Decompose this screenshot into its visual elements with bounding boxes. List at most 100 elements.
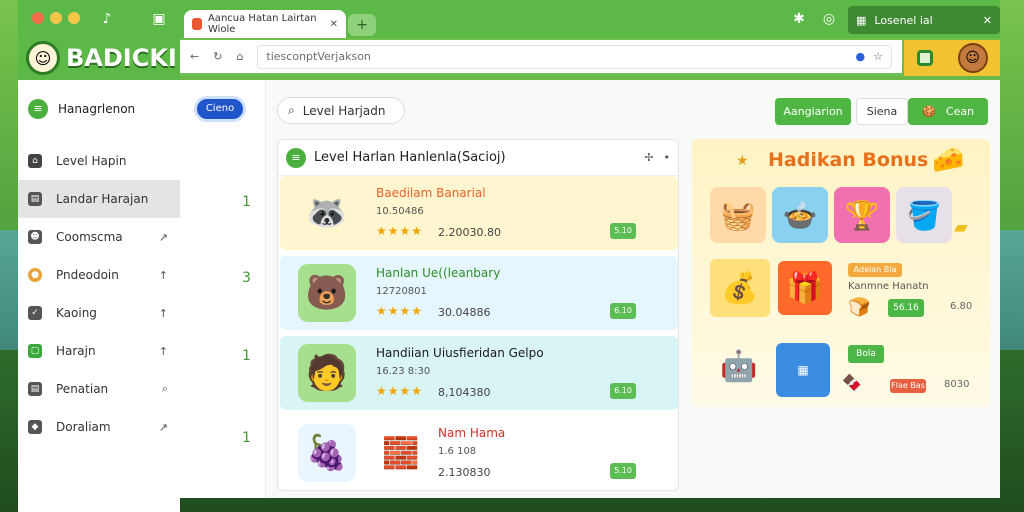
sidebar-item-label: Coomscma <box>56 230 123 244</box>
sidebar-item-label: Doraliam <box>56 420 111 434</box>
item-tag[interactable]: 5.10 <box>610 463 636 479</box>
row-count: 1 <box>242 430 251 446</box>
bonus-card[interactable]: 🧺 <box>710 187 766 243</box>
cheese-icon: 🧀 <box>932 145 965 175</box>
close-icon[interactable]: ✕ <box>983 14 992 27</box>
home-icon[interactable]: ⌂ <box>236 50 243 63</box>
sidebar-toggle-icon[interactable]: ▣ <box>150 10 168 28</box>
arrow-icon: ↗ <box>158 230 168 244</box>
user-name: Losenel ial <box>874 13 933 27</box>
item-tag[interactable]: 6.10 <box>610 303 636 319</box>
check-icon: ✓ <box>28 306 42 320</box>
bonus-card[interactable]: 🍲 <box>772 187 828 243</box>
bonus-number: 8030 <box>944 379 970 390</box>
more-icon[interactable]: • <box>664 151 671 164</box>
reload-icon[interactable]: ↻ <box>213 50 222 63</box>
row-count: 3 <box>242 270 251 286</box>
cookie-creature-icon: 🐻 <box>298 264 356 322</box>
sidebar-item-penatian[interactable]: ▤ Penatian ⌕ <box>18 370 180 408</box>
sidebar-item-label: Landar Harajan <box>56 192 149 206</box>
item-name: Nam Hama <box>438 426 506 440</box>
item-value: 2.130830 <box>438 466 491 479</box>
brand-bar: ☺ BADICKI <box>18 36 180 80</box>
rating-stars: ★★★★ <box>376 384 424 398</box>
search-input[interactable]: ⌕ Level Harjadn <box>277 97 405 124</box>
list-item[interactable]: 🐻 Hanlan Ue((leanbary 12720801 ★★★★ 30.0… <box>280 256 678 330</box>
bonus-tag: Adeian Bla <box>848 263 902 277</box>
extension-icon[interactable] <box>916 50 933 66</box>
list-item[interactable]: 🧑 Handiian Uiusfieridan Gelpo 16.23 8:30… <box>280 336 678 410</box>
list-item[interactable]: 🦝 Baedilam Banarial 10.50486 ★★★★ 2.2003… <box>280 176 678 250</box>
rating-stars: ★★★★ <box>376 224 424 238</box>
bread-icon: 🍞 <box>848 297 871 318</box>
list-icon: ≡ <box>286 147 306 168</box>
star-icon: ★ <box>736 153 749 169</box>
chef-bot-icon: 🤖 <box>720 348 758 384</box>
primary-button[interactable]: Aangiarion <box>775 98 851 125</box>
extensions-area: ☺ <box>904 40 1000 76</box>
brand-name: BADICKI <box>66 44 177 72</box>
sidebar-item-pndeodoin[interactable]: ● Pndeodoin ↑ <box>18 256 180 294</box>
sidebar-item-kaoing[interactable]: ✓ Kaoing ↑ <box>18 294 180 332</box>
book-icon: ▤ <box>28 192 42 206</box>
window-maximize-dot[interactable] <box>68 12 80 24</box>
square-icon: ▢ <box>28 344 42 358</box>
tab-close-icon[interactable]: ✕ <box>330 19 338 30</box>
user-pill[interactable]: ▦ Losenel ial ✕ <box>848 6 1000 34</box>
list-item[interactable]: 🍇 🧱 Nam Hama 1.6 108 2.130830 5.10 <box>280 416 678 490</box>
bonus-card[interactable]: 🪣 <box>896 187 952 243</box>
expand-icon[interactable]: ✢ <box>644 151 653 164</box>
avatar[interactable]: ☺ <box>957 43 988 73</box>
url-field[interactable]: tiesconptVerjakson ● ☆ <box>257 44 892 69</box>
sidebar-item-landar[interactable]: ▤ Landar Harajan <box>18 180 180 218</box>
sidebar-header[interactable]: ≡ Hanagrlenon <box>18 80 180 138</box>
bookmark-star-icon[interactable]: ☆ <box>873 50 883 63</box>
chef-icon: 🧑 <box>298 344 356 402</box>
bonus-title: Hadikan Bonus <box>768 149 929 171</box>
level-list-panel: ≡ Level Harlan Hanlenla(Sacioj) ✢ • 🦝 Ba… <box>277 139 679 491</box>
browser-tab[interactable]: Aancua Hatan Lairtan Wiole ✕ <box>184 10 346 38</box>
ticket-icon: ▰ <box>954 217 968 238</box>
new-tab-button[interactable]: + <box>348 14 376 36</box>
pin-icon[interactable]: ✱ <box>790 10 808 28</box>
item-tag[interactable]: 6.10 <box>610 383 636 399</box>
berry-basket-icon: 🍇 <box>298 424 356 482</box>
sidebar-item-doraliam[interactable]: ◆ Doraliam ↗ <box>18 408 180 446</box>
sidebar-item-label: Harajn <box>56 344 96 358</box>
settings-icon[interactable]: ◎ <box>820 10 838 28</box>
filter-pill-button[interactable]: Cieno <box>194 96 246 122</box>
sidebar-item-harajn[interactable]: ▢ Harajn ↑ <box>18 332 180 370</box>
window-close-dot[interactable] <box>32 12 44 24</box>
menu-icon: ≡ <box>28 99 48 119</box>
arrow-icon: ↑ <box>158 306 168 320</box>
bonus-tag[interactable]: Bola <box>848 345 884 363</box>
tab-favicon-icon <box>192 18 202 30</box>
item-sub: 12720801 <box>376 286 427 297</box>
bonus-card[interactable]: 🏆 <box>834 187 890 243</box>
sidebar-item-label: Penatian <box>56 382 109 396</box>
url-text: tiesconptVerjakson <box>266 50 371 63</box>
tag-icon: ◆ <box>28 420 42 434</box>
arrow-icon: ↑ <box>158 268 168 282</box>
sidebar-header-label: Hanagrlenon <box>58 102 136 116</box>
address-bar: ← ↻ ⌂ tiesconptVerjakson ● ☆ <box>180 40 902 76</box>
third-button-label: Cean <box>945 105 975 118</box>
food-icon: 🍪 <box>922 105 936 118</box>
list-header: ≡ Level Harlan Hanlenla(Sacioj) ✢ • <box>278 140 678 176</box>
search-icon: ⌕ <box>161 382 168 395</box>
item-sub: 10.50486 <box>376 206 424 217</box>
bonus-price[interactable]: 56.16 <box>888 299 924 317</box>
item-tag[interactable]: 5.10 <box>610 223 636 239</box>
sidebar-item-level[interactable]: ⌂ Level Hapin <box>18 142 180 180</box>
account-icon[interactable]: ● <box>856 50 866 63</box>
tab-title: Aancua Hatan Lairtan Wiole <box>207 13 317 35</box>
sidebar-item-coomscma[interactable]: ☻ Coomscma ↗ <box>18 218 180 256</box>
leaf-icon[interactable]: ♪ <box>98 10 116 28</box>
sidebar-item-label: Level Hapin <box>56 154 127 168</box>
back-icon[interactable]: ← <box>190 50 199 63</box>
window-minimize-dot[interactable] <box>50 12 62 24</box>
secondary-button[interactable]: Siena <box>856 98 908 125</box>
row-count: 1 <box>242 348 251 364</box>
item-value: 2.20030.80 <box>438 226 501 239</box>
third-button[interactable]: 🍪 Cean <box>908 98 988 125</box>
